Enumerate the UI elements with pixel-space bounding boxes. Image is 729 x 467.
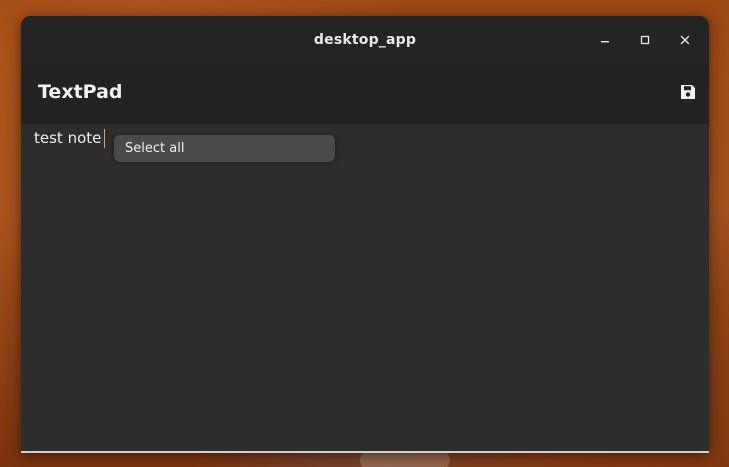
window-titlebar[interactable]: desktop_app	[21, 16, 709, 64]
minimize-button[interactable]	[593, 28, 617, 52]
save-icon	[681, 85, 695, 99]
text-caret	[104, 129, 105, 148]
text-editor[interactable]: test note Select all	[21, 124, 709, 453]
close-icon	[680, 35, 690, 45]
maximize-icon	[640, 35, 650, 45]
minimize-icon	[601, 41, 609, 43]
context-menu-item-select-all[interactable]: Select all	[125, 140, 184, 157]
editor-content[interactable]: test note	[34, 128, 101, 148]
window-bottom-border	[21, 451, 709, 453]
app-header: TextPad	[21, 64, 709, 124]
save-button[interactable]	[678, 82, 698, 102]
app-window: desktop_app TextPad test note Select all	[21, 16, 709, 453]
window-title: desktop_app	[313, 32, 417, 48]
context-menu: Select all	[114, 135, 335, 162]
app-title: TextPad	[38, 81, 123, 103]
maximize-button[interactable]	[633, 28, 657, 52]
window-controls	[593, 28, 697, 52]
close-button[interactable]	[673, 28, 697, 52]
